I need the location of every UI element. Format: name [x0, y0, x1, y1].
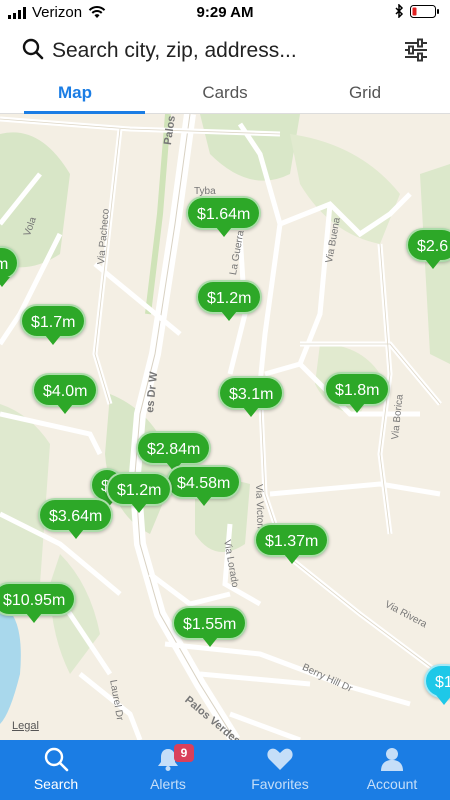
legal-link[interactable]: Legal — [12, 720, 39, 732]
nav-account-label: Account — [366, 776, 418, 792]
tab-cards[interactable]: Cards — [150, 76, 300, 114]
heart-icon — [267, 748, 293, 770]
price-pin[interactable]: $1.8m — [324, 372, 391, 413]
search-bar — [0, 28, 450, 74]
status-right — [395, 4, 440, 18]
price-pin[interactable]: $1.2m — [106, 472, 173, 513]
nav-account[interactable]: Account — [336, 740, 448, 800]
price-pin-selected[interactable]: $1 — [424, 664, 450, 705]
search-icon[interactable] — [22, 38, 44, 60]
price-pin[interactable]: $1.2m — [196, 280, 263, 321]
price-pin[interactable]: $4.58m — [166, 465, 242, 506]
price-pin[interactable]: $1.55m — [172, 606, 248, 647]
price-pin[interactable]: $2.6 — [406, 228, 450, 269]
view-tabs: Map Cards Grid — [0, 76, 450, 114]
nav-favorites-label: Favorites — [251, 776, 309, 792]
nav-alerts[interactable]: 9 Alerts — [112, 740, 224, 800]
nav-search-label: Search — [33, 776, 79, 792]
price-pin[interactable]: $3.1m — [218, 376, 285, 417]
tab-grid[interactable]: Grid — [290, 76, 440, 114]
status-bar: Verizon 9:29 AM — [0, 0, 450, 26]
price-pin[interactable]: $4.0m — [32, 373, 99, 414]
price-pin[interactable]: $3.64m — [38, 498, 114, 539]
bottom-nav: Search 9 Alerts Favorites Account — [0, 740, 450, 800]
filter-sliders-icon[interactable] — [404, 38, 428, 62]
tab-map[interactable]: Map — [0, 76, 150, 114]
nav-favorites[interactable]: Favorites — [224, 740, 336, 800]
price-pin[interactable]: $1.64m — [186, 196, 262, 237]
search-icon — [44, 747, 69, 772]
bluetooth-icon — [395, 4, 404, 18]
alerts-badge: 9 — [174, 744, 194, 762]
search-input[interactable] — [52, 36, 382, 66]
map-view[interactable]: Palos Verdes Via Pacheco Via Buena La Gu… — [0, 114, 450, 740]
price-pin[interactable]: $1.7m — [20, 304, 87, 345]
battery-icon — [410, 4, 439, 18]
price-pin[interactable]: $1.37m — [254, 523, 330, 564]
nav-search[interactable]: Search — [0, 740, 112, 800]
person-icon — [381, 748, 403, 771]
nav-alerts-label: Alerts — [150, 776, 186, 792]
clock: 9:29 AM — [196, 4, 254, 21]
price-pin[interactable]: $2.84m — [136, 431, 212, 472]
price-pin[interactable]: $10.95m — [0, 582, 77, 623]
